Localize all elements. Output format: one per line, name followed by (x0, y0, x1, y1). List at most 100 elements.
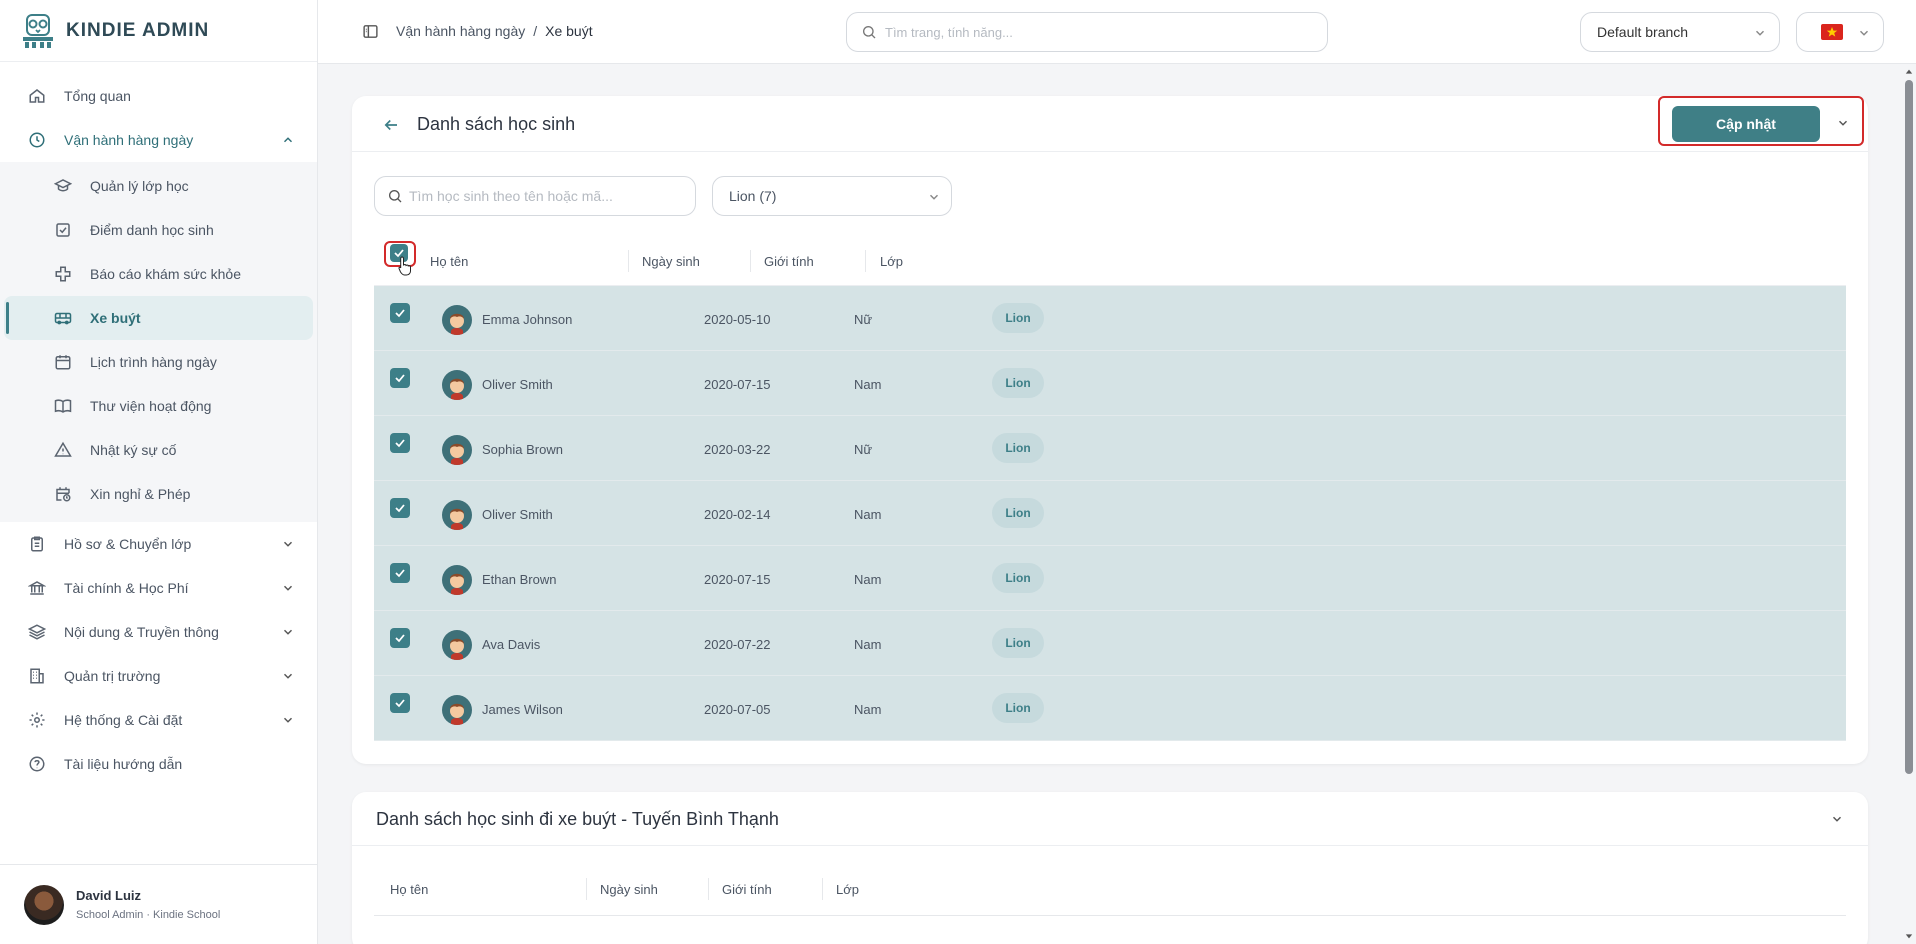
row-checkbox[interactable] (390, 628, 410, 648)
update-button[interactable]: Cập nhật (1672, 106, 1820, 142)
sidebar-item-health-report[interactable]: Báo cáo khám sức khỏe (4, 252, 313, 296)
sidebar-item-docs[interactable]: Tài liệu hướng dẫn (0, 742, 317, 786)
chevron-down-icon[interactable] (1830, 812, 1844, 826)
sidebar-item-incident-log[interactable]: Nhật ký sự cố (4, 428, 313, 472)
sidebar-item-daily-schedule[interactable]: Lịch trình hàng ngày (4, 340, 313, 384)
student-avatar (442, 695, 472, 725)
search-icon (389, 190, 402, 203)
scroll-thumb[interactable] (1905, 80, 1913, 774)
sidebar-item-label: Quản lý lớp học (90, 178, 189, 194)
student-search[interactable] (374, 176, 696, 216)
class-badge: Lion (992, 303, 1044, 333)
vietnam-flag-icon (1821, 24, 1843, 40)
check-icon (395, 374, 405, 383)
sidebar-item-class-management[interactable]: Quản lý lớp học (4, 164, 313, 208)
student-name: Emma Johnson (482, 312, 573, 327)
topbar: Vận hành hàng ngày / Xe buýt Default bra… (318, 0, 1916, 64)
bus-route-card-header[interactable]: Danh sách học sinh đi xe buýt - Tuyến Bì… (352, 792, 1868, 846)
chevron-down-icon[interactable] (1836, 116, 1850, 130)
sidebar-item-label: Xin nghỉ & Phép (90, 486, 191, 502)
table-row[interactable]: Oliver Smith 2020-07-15 Nam Lion (374, 351, 1846, 416)
column-header-dob: Ngày sinh (600, 882, 658, 897)
sidebar-item-settings[interactable]: Hệ thống & Cài đặt (0, 698, 317, 742)
student-list-card: Danh sách học sinh Cập nhật Lion (7) Họ … (352, 96, 1868, 764)
class-filter-select[interactable]: Lion (7) (712, 176, 952, 216)
student-avatar (442, 435, 472, 465)
student-gender: Nam (854, 702, 882, 717)
sidebar-item-overview[interactable]: Tổng quan (0, 74, 317, 118)
sidebar-item-label: Tài chính & Học Phí (64, 580, 189, 596)
student-gender: Nam (854, 572, 882, 587)
global-search-input[interactable] (885, 24, 1305, 40)
sidebar-item-activity-library[interactable]: Thư viện hoạt động (4, 384, 313, 428)
student-name: Oliver Smith (482, 377, 553, 392)
row-checkbox[interactable] (390, 368, 410, 388)
column-divider (822, 878, 823, 900)
row-checkbox[interactable] (390, 693, 410, 713)
sidebar-item-label: Thư viện hoạt động (90, 398, 212, 414)
sidebar-item-label: Xe buýt (90, 310, 141, 326)
scroll-up-icon[interactable] (1905, 68, 1913, 76)
student-dob: 2020-07-15 (704, 572, 771, 587)
hand-pointer-icon (398, 256, 411, 276)
sidebar-item-attendance[interactable]: Điểm danh học sinh (4, 208, 313, 252)
brand[interactable]: KINDIE ADMIN (0, 0, 317, 62)
student-dob: 2020-02-14 (704, 507, 771, 522)
sidebar-item-daily-operations[interactable]: Vận hành hàng ngày (0, 118, 317, 162)
student-dob: 2020-07-22 (704, 637, 771, 652)
arrow-left-icon[interactable] (382, 116, 400, 134)
table-row[interactable]: Ethan Brown 2020-07-15 Nam Lion (374, 546, 1846, 611)
user-profile[interactable]: David Luiz School Admin · Kindie School (0, 864, 317, 944)
language-select[interactable] (1796, 12, 1884, 52)
page-title: Danh sách học sinh (417, 114, 576, 134)
student-search-input[interactable] (409, 188, 689, 204)
column-divider (750, 250, 751, 272)
check-icon (395, 699, 405, 708)
layers-icon (28, 624, 46, 640)
student-avatar (442, 630, 472, 660)
scroll-down-icon[interactable] (1905, 932, 1913, 940)
sidebar-toggle-icon[interactable] (362, 23, 379, 40)
row-checkbox[interactable] (390, 433, 410, 453)
student-gender: Nữ (854, 442, 873, 457)
branch-select[interactable]: Default branch (1580, 12, 1780, 52)
table-row[interactable]: Emma Johnson 2020-05-10 Nữ Lion (374, 286, 1846, 351)
row-checkbox[interactable] (390, 563, 410, 583)
sidebar-item-label: Báo cáo khám sức khỏe (90, 266, 242, 282)
column-divider (708, 878, 709, 900)
owl-logo-icon (23, 13, 53, 48)
column-header-gender: Giới tính (722, 882, 772, 897)
bus-route-card: Danh sách học sinh đi xe buýt - Tuyến Bì… (352, 792, 1868, 944)
user-role: School Admin · Kindie School (76, 909, 221, 921)
bus-route-title: Danh sách học sinh đi xe buýt - Tuyến Bì… (376, 809, 779, 829)
column-header-name: Họ tên (390, 882, 429, 897)
sidebar-item-school-admin[interactable]: Quản trị trường (0, 654, 317, 698)
class-filter-value: Lion (7) (729, 188, 777, 204)
class-badge: Lion (992, 433, 1044, 463)
row-checkbox[interactable] (390, 498, 410, 518)
brand-name: KINDIE ADMIN (66, 19, 210, 41)
student-name: Ava Davis (482, 637, 541, 652)
check-icon (395, 504, 405, 513)
table-row[interactable]: Ava Davis 2020-07-22 Nam Lion (374, 611, 1846, 676)
row-checkbox[interactable] (390, 303, 410, 323)
chevron-down-icon (1859, 30, 1869, 36)
sidebar-item-content[interactable]: Nội dung & Truyền thông (0, 610, 317, 654)
table-row[interactable]: Oliver Smith 2020-02-14 Nam Lion (374, 481, 1846, 546)
table-row[interactable]: James Wilson 2020-07-05 Nam Lion (374, 676, 1846, 741)
sidebar-item-bus[interactable]: Xe buýt (4, 296, 313, 340)
sidebar-item-records[interactable]: Hồ sơ & Chuyển lớp (0, 522, 317, 566)
page-scrollbar[interactable] (1902, 64, 1916, 944)
student-gender: Nữ (854, 312, 873, 327)
breadcrumb-item-daily-operations[interactable]: Vận hành hàng ngày (396, 23, 525, 39)
table-header: Họ tên Ngày sinh Giới tính Lớp (374, 236, 1846, 286)
class-badge: Lion (992, 628, 1044, 658)
sidebar-item-finance[interactable]: Tài chính & Học Phí (0, 566, 317, 610)
class-badge: Lion (992, 563, 1044, 593)
breadcrumb: Vận hành hàng ngày / Xe buýt (396, 23, 593, 39)
class-badge: Lion (992, 368, 1044, 398)
global-search[interactable] (846, 12, 1328, 52)
student-name: Ethan Brown (482, 572, 557, 587)
sidebar-item-leave-request[interactable]: Xin nghỉ & Phép (4, 472, 313, 516)
table-row[interactable]: Sophia Brown 2020-03-22 Nữ Lion (374, 416, 1846, 481)
